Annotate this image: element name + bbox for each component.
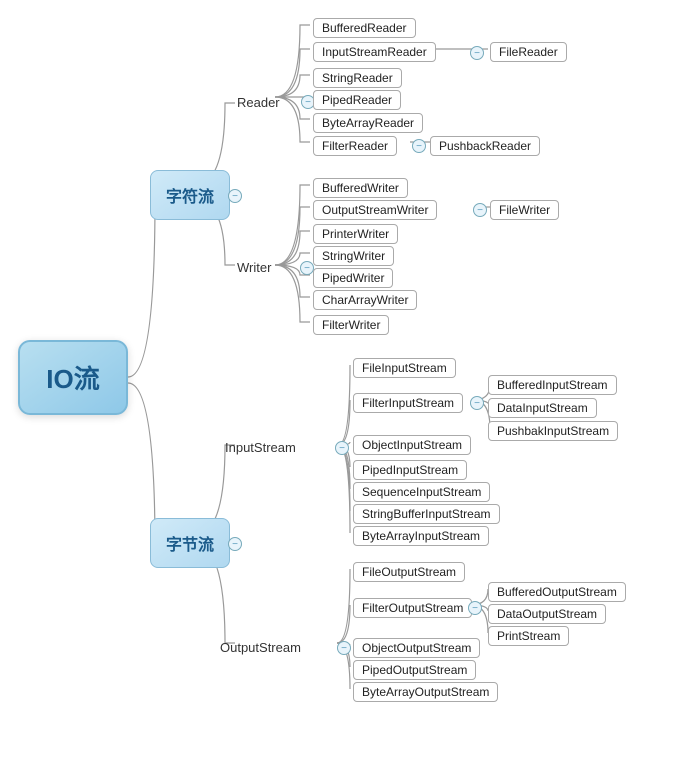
char-label: 字符流: [166, 183, 214, 207]
filter-reader: FilterReader: [313, 136, 397, 156]
filter-writer: FilterWriter: [313, 315, 389, 335]
outputstream-node: OutputStream: [220, 640, 301, 655]
file-inputstream: FileInputStream: [353, 358, 456, 378]
byte-stream-node: 字节流: [150, 518, 230, 568]
filteros-collapse[interactable]: −: [468, 601, 482, 615]
inputstream-reader: InputStreamReader: [313, 42, 436, 62]
chararray-writer: CharArrayWriter: [313, 290, 417, 310]
pushbak-inputstream: PushbakInputStream: [488, 421, 618, 441]
outputstream-writer: OutputStreamWriter: [313, 200, 437, 220]
byte-collapse-icon[interactable]: −: [228, 537, 242, 551]
piped-reader: PipedReader: [313, 90, 401, 110]
piped-writer: PipedWriter: [313, 268, 393, 288]
print-stream: PrintStream: [488, 626, 569, 646]
root-node: IO流: [18, 340, 128, 415]
pushback-reader: PushbackReader: [430, 136, 540, 156]
bytearray-reader: ByteArrayReader: [313, 113, 423, 133]
outputstream-collapse-icon[interactable]: −: [337, 641, 351, 655]
buffered-inputstream: BufferedInputStream: [488, 375, 617, 395]
piped-outputstream: PipedOutputStream: [353, 660, 476, 680]
filterreader-collapse[interactable]: −: [412, 139, 426, 153]
object-inputstream: ObjectInputStream: [353, 435, 471, 455]
mindmap-container: IO流 字符流 − 字节流 − Reader − Writer − InputS…: [0, 0, 687, 763]
reader-node: Reader: [237, 95, 280, 110]
filter-outputstream: FilterOutputStream: [353, 598, 472, 618]
file-reader: FileReader: [490, 42, 567, 62]
buffered-reader: BufferedReader: [313, 18, 416, 38]
printer-writer: PrinterWriter: [313, 224, 398, 244]
stringbuffer-inputstream: StringBufferInputStream: [353, 504, 500, 524]
file-outputstream: FileOutputStream: [353, 562, 465, 582]
string-writer: StringWriter: [313, 246, 394, 266]
sequence-inputstream: SequenceInputStream: [353, 482, 490, 502]
inputstream-node: InputStream: [225, 440, 296, 455]
bytearray-outputstream: ByteArrayOutputStream: [353, 682, 498, 702]
data-outputstream: DataOutputStream: [488, 604, 606, 624]
char-collapse-icon[interactable]: −: [228, 189, 242, 203]
data-inputstream: DataInputStream: [488, 398, 597, 418]
object-outputstream: ObjectOutputStream: [353, 638, 480, 658]
inputstream-collapse-icon[interactable]: −: [335, 441, 349, 455]
byte-label: 字节流: [166, 531, 214, 555]
filteris-collapse[interactable]: −: [470, 396, 484, 410]
file-writer: FileWriter: [490, 200, 559, 220]
char-stream-node: 字符流: [150, 170, 230, 220]
string-reader: StringReader: [313, 68, 402, 88]
buffered-writer: BufferedWriter: [313, 178, 408, 198]
buffered-outputstream: BufferedOutputStream: [488, 582, 626, 602]
bytearray-inputstream: ByteArrayInputStream: [353, 526, 489, 546]
piped-inputstream: PipedInputStream: [353, 460, 467, 480]
writer-collapse-icon[interactable]: −: [300, 261, 314, 275]
writer-node: Writer: [237, 260, 271, 275]
filter-inputstream: FilterInputStream: [353, 393, 463, 413]
root-label: IO流: [46, 359, 99, 396]
osw-collapse[interactable]: −: [473, 203, 487, 217]
isr-collapse[interactable]: −: [470, 46, 484, 60]
